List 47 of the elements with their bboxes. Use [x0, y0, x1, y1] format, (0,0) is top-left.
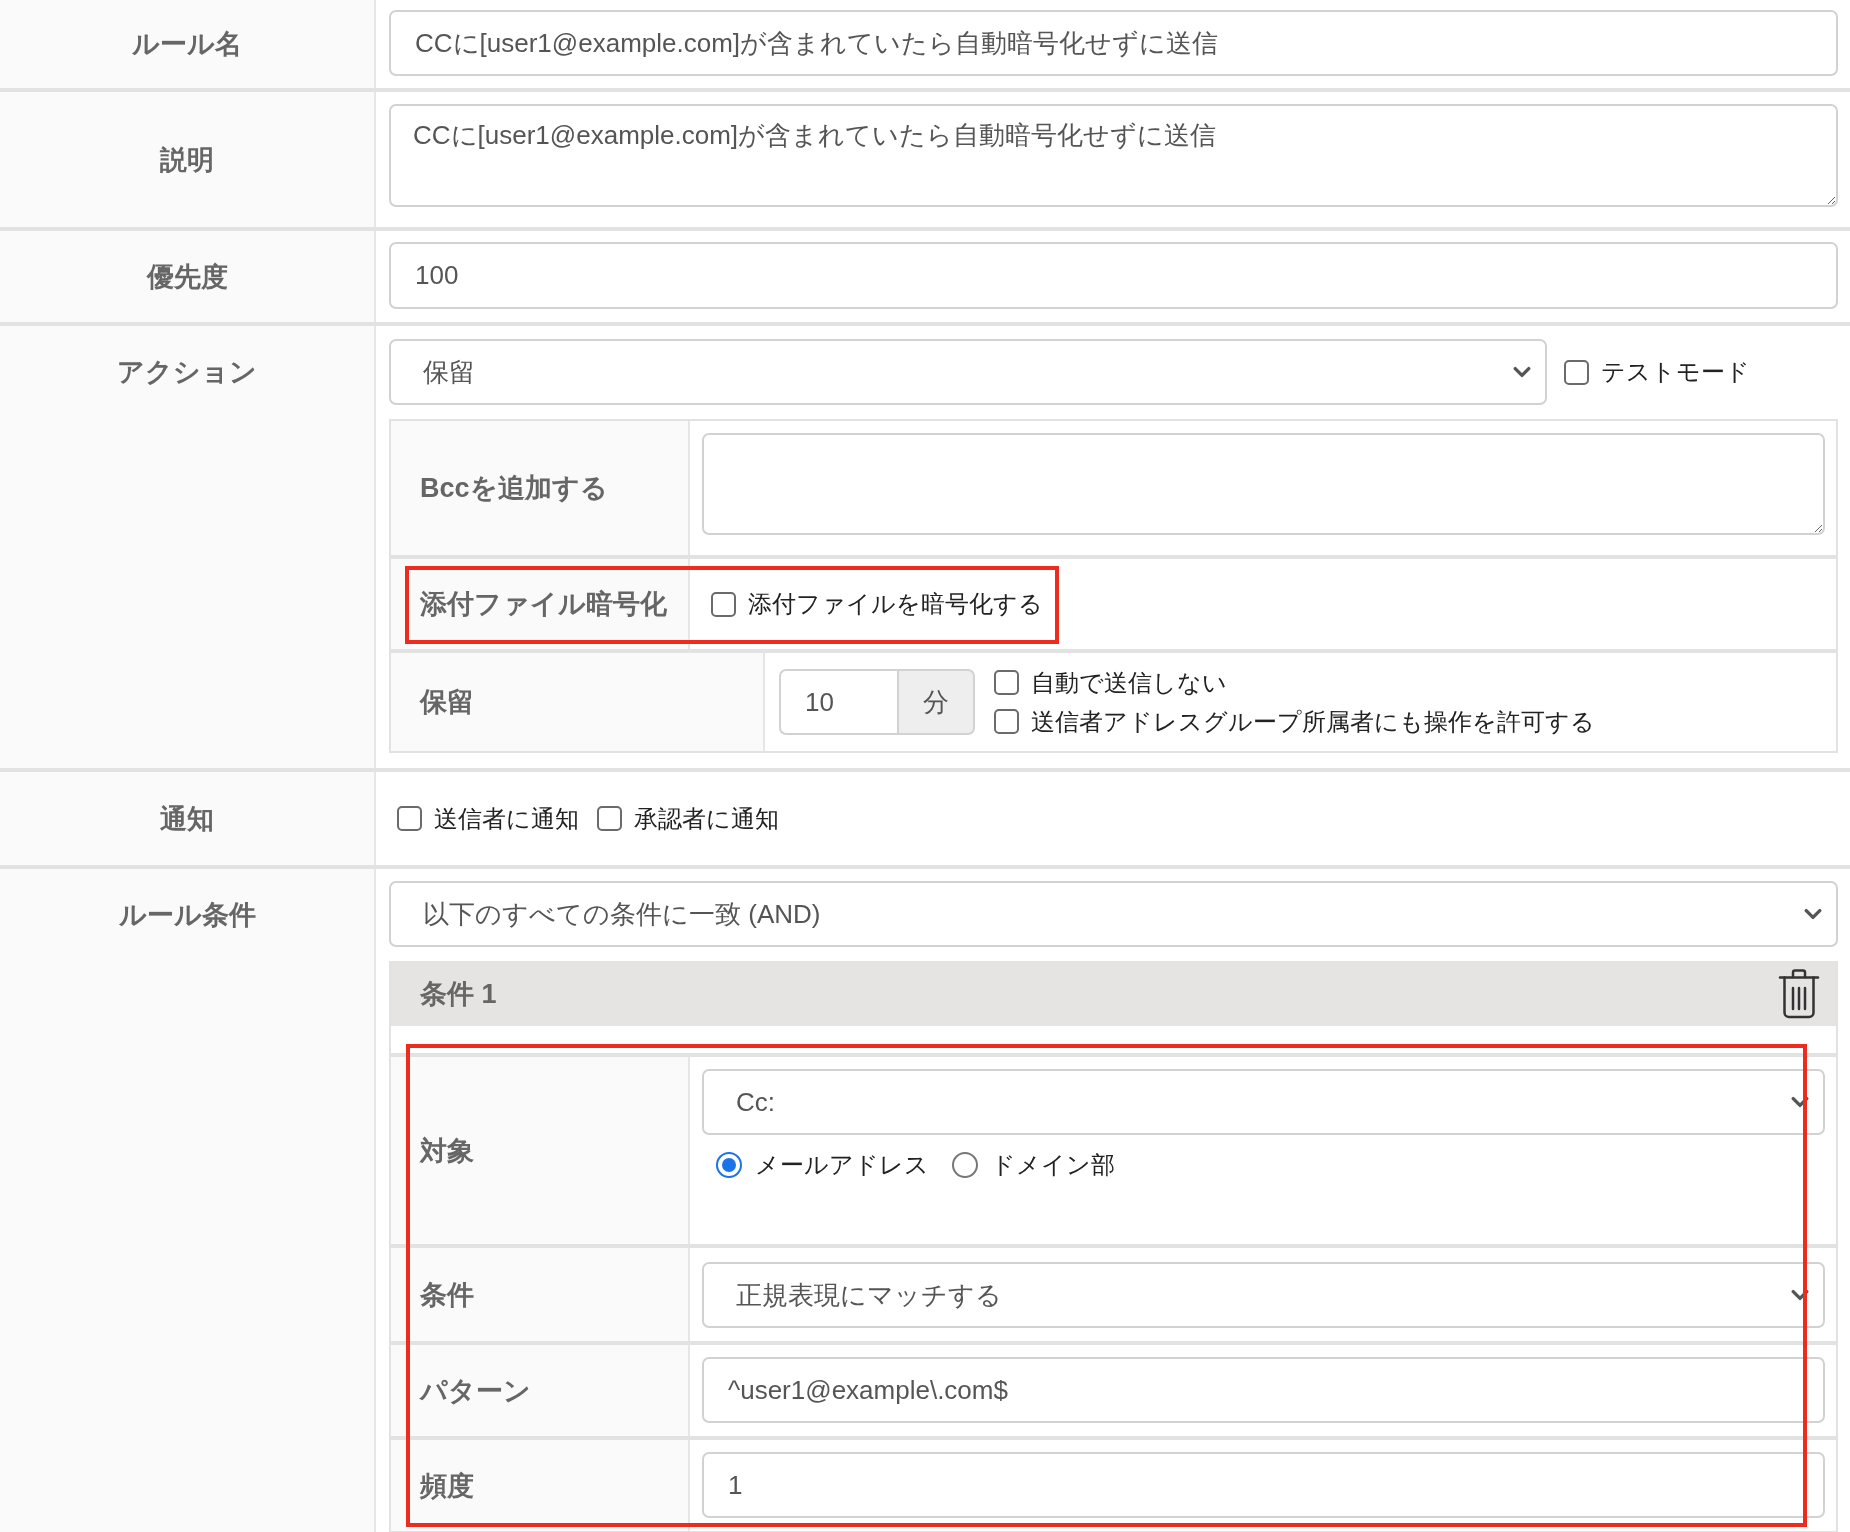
chevron-down-icon: [1791, 1289, 1809, 1301]
checkbox[interactable]: [397, 806, 422, 831]
field-label: 添付ファイル暗号化: [420, 588, 667, 621]
dropdown[interactable]: 以下のすべての条件に一致 (AND): [389, 881, 1838, 947]
condition-title: 条件 1: [420, 977, 497, 1011]
radio-button[interactable]: [952, 1152, 978, 1178]
radio-button[interactable]: [716, 1152, 742, 1178]
dropdown[interactable]: 保留: [389, 339, 1547, 405]
checkbox-label[interactable]: 添付ファイルを暗号化する: [748, 588, 1043, 620]
unit-addon: 分: [897, 669, 975, 735]
checkbox[interactable]: [994, 709, 1019, 734]
chevron-down-icon: [1513, 366, 1531, 378]
checkbox-label[interactable]: テストモード: [1601, 356, 1750, 388]
text-field[interactable]: CCに[user1@example.com]が含まれていたら自動暗号化せずに送信: [389, 10, 1838, 76]
checkbox[interactable]: [597, 806, 622, 831]
checkbox[interactable]: [711, 591, 736, 617]
dropdown[interactable]: Cc:: [702, 1069, 1825, 1135]
text-field[interactable]: ^user1@example\.com$: [702, 1357, 1825, 1423]
checkbox-label[interactable]: 送信者アドレスグループ所属者にも操作を許可する: [1031, 705, 1595, 738]
number-input[interactable]: 10: [779, 669, 897, 735]
chevron-down-icon: [1791, 1096, 1809, 1108]
field-label: ルール名: [132, 28, 242, 61]
textarea-field[interactable]: [702, 433, 1825, 535]
checkbox[interactable]: [994, 670, 1019, 695]
radio-label[interactable]: ドメイン部: [991, 1149, 1115, 1181]
text-field[interactable]: 100: [389, 242, 1838, 309]
field-label: アクション: [117, 356, 257, 389]
dropdown[interactable]: 正規表現にマッチする: [702, 1262, 1825, 1328]
field-label: Bccを追加する: [420, 472, 608, 505]
field-label: 対象: [420, 1135, 474, 1168]
text-field[interactable]: 1: [702, 1452, 1825, 1518]
field-label: 優先度: [146, 260, 228, 294]
field-label: 通知: [160, 802, 214, 836]
chevron-down-icon: [1804, 908, 1822, 920]
field-label: 頻度: [420, 1469, 474, 1503]
checkbox-label[interactable]: 承認者に通知: [634, 802, 779, 835]
checkbox-label[interactable]: 送信者に通知: [434, 802, 579, 835]
field-label: ルール条件: [118, 899, 256, 932]
trash-icon[interactable]: [1778, 968, 1820, 1019]
field-label: パターン: [420, 1374, 531, 1408]
textarea-field[interactable]: CCに[user1@example.com]が含まれていたら自動暗号化せずに送信: [389, 104, 1838, 207]
field-label: 説明: [160, 143, 214, 177]
field-label: 条件: [420, 1278, 474, 1312]
radio-label[interactable]: メールアドレス: [755, 1149, 929, 1181]
field-label: 保留: [420, 686, 474, 719]
checkbox[interactable]: [1564, 359, 1589, 385]
checkbox-label[interactable]: 自動で送信しない: [1031, 666, 1227, 699]
